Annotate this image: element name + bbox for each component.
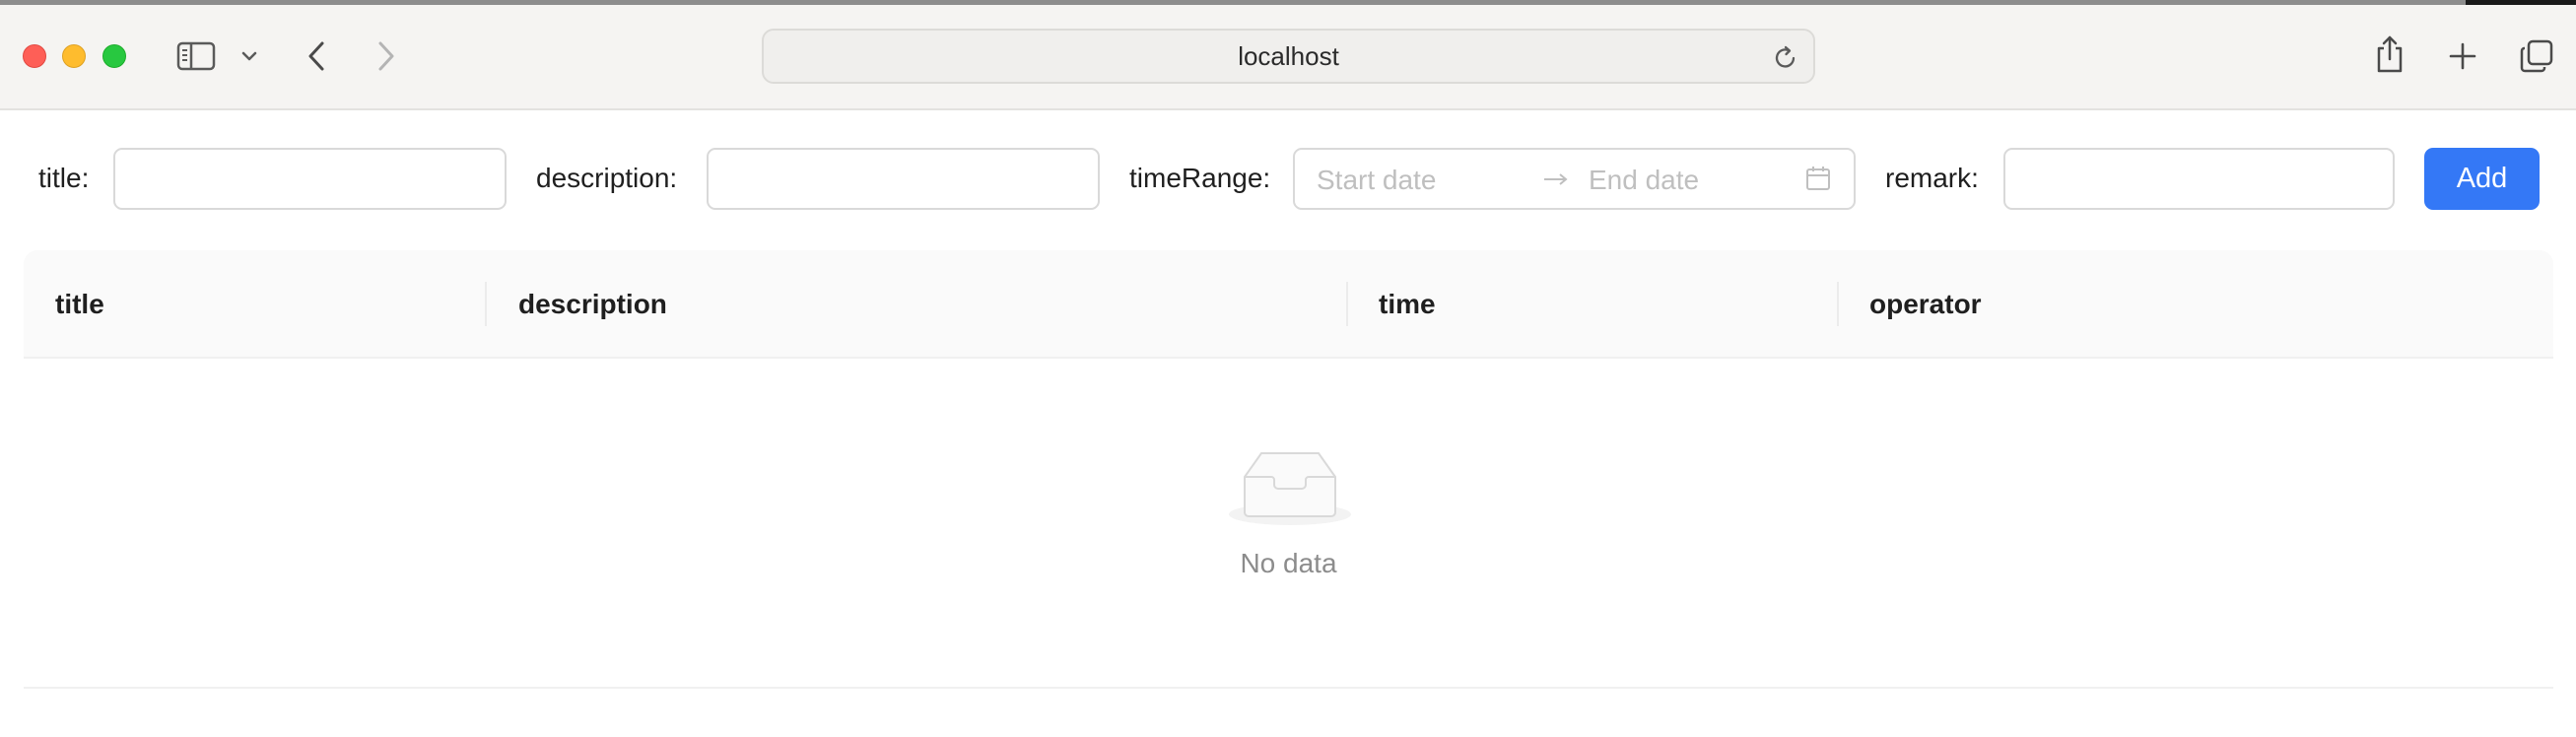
window-top-edge-dark (2466, 0, 2576, 5)
table-body: No data (24, 359, 2553, 689)
zoom-window-button[interactable] (102, 44, 126, 68)
column-divider (1346, 282, 1348, 326)
address-bar[interactable]: localhost (762, 29, 1815, 84)
column-header-time: time (1379, 289, 1436, 319)
back-arrow-icon[interactable] (302, 38, 331, 74)
column-header-operator: operator (1869, 289, 1982, 319)
tab-overview-icon[interactable] (2518, 37, 2555, 75)
column-divider (485, 282, 487, 326)
close-window-button[interactable] (23, 44, 46, 68)
minimize-window-button[interactable] (62, 44, 86, 68)
data-table: title description time operator No data (24, 250, 2553, 689)
description-label: description: (536, 163, 678, 193)
column-header-title: title (55, 289, 104, 319)
title-label: title: (38, 163, 90, 193)
sidebar-icon[interactable] (175, 39, 217, 73)
time-range-label: timeRange: (1129, 163, 1271, 193)
reload-icon[interactable] (1772, 44, 1799, 72)
time-range-picker[interactable]: Start date End date (1293, 148, 1856, 210)
table-header: title description time operator (24, 250, 2553, 359)
forward-arrow-icon[interactable] (372, 38, 401, 74)
browser-toolbar: localhost (0, 0, 2576, 110)
description-input[interactable] (707, 148, 1100, 210)
url-text: localhost (1238, 40, 1339, 71)
title-input[interactable] (113, 148, 507, 210)
column-header-description: description (518, 289, 667, 319)
plus-icon[interactable] (2446, 39, 2479, 73)
add-button[interactable]: Add (2424, 148, 2540, 210)
empty-state-text: No data (1240, 548, 1337, 578)
chevron-down-icon[interactable] (238, 46, 260, 66)
calendar-icon (1804, 165, 1832, 197)
column-divider (1837, 282, 1839, 326)
remark-input[interactable] (2003, 148, 2395, 210)
page-content: title: description: timeRange: Start dat… (0, 110, 2576, 737)
share-icon[interactable] (2373, 33, 2407, 76)
window-top-edge (0, 0, 2576, 5)
end-date-placeholder[interactable]: End date (1589, 165, 1699, 196)
empty-inbox-icon (1227, 447, 1353, 528)
range-arrow-icon (1541, 164, 1571, 198)
remark-label: remark: (1885, 163, 1979, 193)
start-date-placeholder[interactable]: Start date (1317, 165, 1436, 196)
